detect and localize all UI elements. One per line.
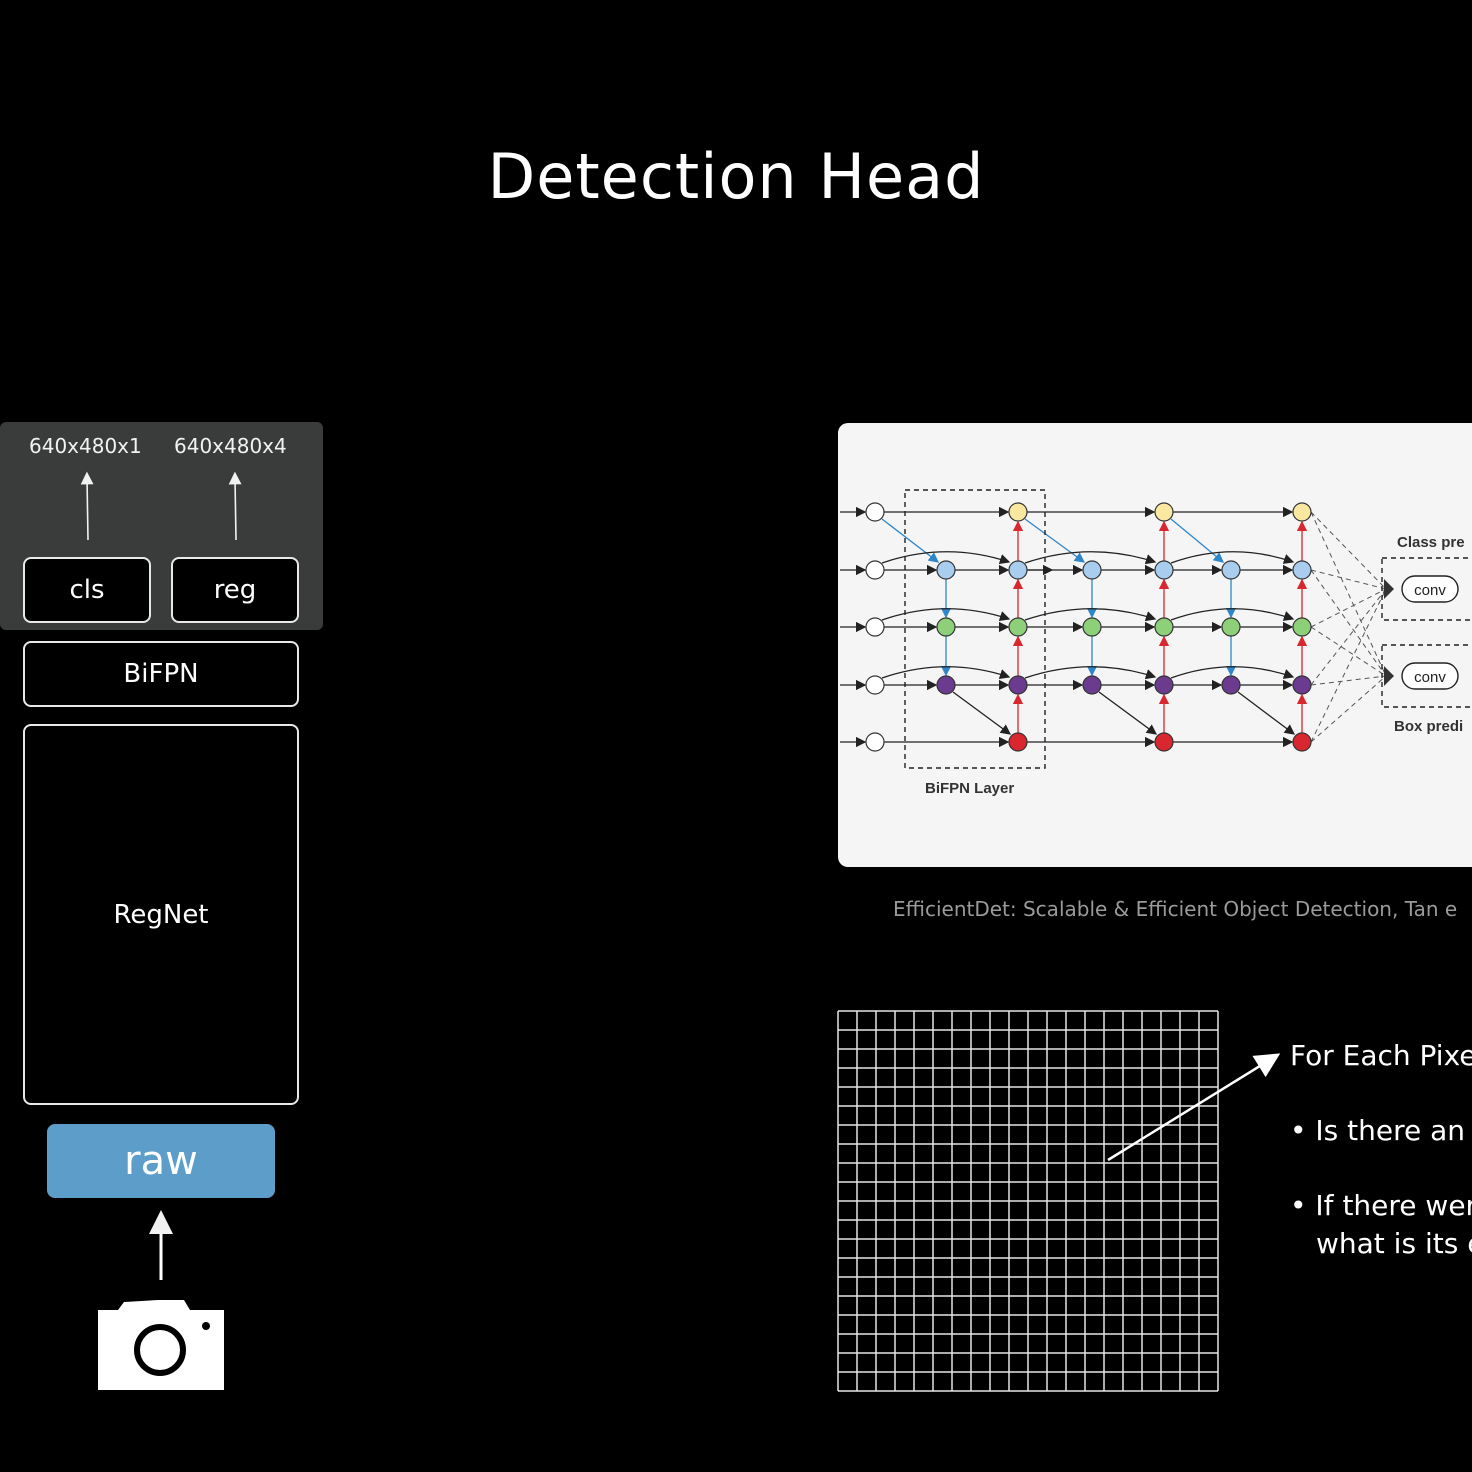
intermediate-node [1082,617,1102,637]
intermediate-node [936,560,956,580]
pixel-heading: For Each Pixe [1290,1039,1472,1072]
input-node [865,732,885,752]
pixel-pointer-arrow [1107,1053,1281,1162]
output-node [1008,732,1028,752]
input-node [865,617,885,637]
output-node [1154,617,1174,637]
output-node [1008,502,1028,522]
efficientdet-figure: BiFPN Layer Class pre Box predi conv con… [838,423,1472,867]
bottom-diagonal [952,691,1012,735]
output-node [1292,732,1312,752]
output-node [1154,502,1174,522]
output-node [1154,560,1174,580]
cls-output-arrow [80,471,94,541]
box-head-junction [1384,666,1394,686]
camera-icon [98,1300,224,1390]
box-conv-label: conv [1414,669,1446,686]
bullet-1: • Is there an c [1290,1114,1472,1147]
intermediate-node [936,617,956,637]
bullet-2-continuation: what is its e [1316,1227,1472,1260]
figure-caption: EfficientDet: Scalable & Efficient Objec… [893,897,1458,921]
output-node [1008,675,1028,695]
intermediate-node [1082,560,1102,580]
output-node [1292,560,1312,580]
output-node [1292,675,1312,695]
input-node [865,560,885,580]
cls-head-box: cls [23,557,151,623]
prediction-edge [1310,675,1387,686]
input-node [865,675,885,695]
bullet-dot: • [1290,1189,1316,1222]
bullet-1-text: Is there an c [1315,1114,1472,1147]
box-prediction-label: Box predi [1394,718,1463,735]
prediction-edge [1310,511,1387,677]
input-node [865,502,885,522]
intermediate-node [1082,675,1102,695]
class-conv-label: conv [1414,582,1446,599]
bifpn-box: BiFPN [23,641,299,707]
bullet-dot: • [1290,1114,1316,1147]
output-node [1154,732,1174,752]
intermediate-node [1221,560,1241,580]
intermediate-node [1221,617,1241,637]
output-node [1008,560,1028,580]
bottom-diagonal [1237,691,1296,735]
reg-output-arrow [228,471,242,541]
prediction-edge [1310,588,1387,686]
class-head-junction [1384,579,1394,599]
raw-input-box: raw [47,1124,275,1198]
prediction-edge [1310,511,1387,590]
output-node [1154,675,1174,695]
bifpn-layer-label: BiFPN Layer [925,780,1014,797]
bullet-2: • If there wer [1290,1189,1472,1222]
intermediate-node [1221,675,1241,695]
bifpn-diagram: BiFPN Layer Class pre Box predi conv con… [840,489,1472,797]
output-node [1292,502,1312,522]
prediction-edge [1310,588,1387,743]
output-node [1292,617,1312,637]
output-node [1008,617,1028,637]
regnet-box: RegNet [23,724,299,1105]
reg-head-box: reg [171,557,299,623]
bullet-2-text: If there wer [1315,1189,1472,1222]
intermediate-node [936,675,956,695]
bottom-diagonal [1098,691,1158,735]
prediction-edge [1310,675,1387,743]
class-prediction-label: Class pre [1397,534,1465,551]
